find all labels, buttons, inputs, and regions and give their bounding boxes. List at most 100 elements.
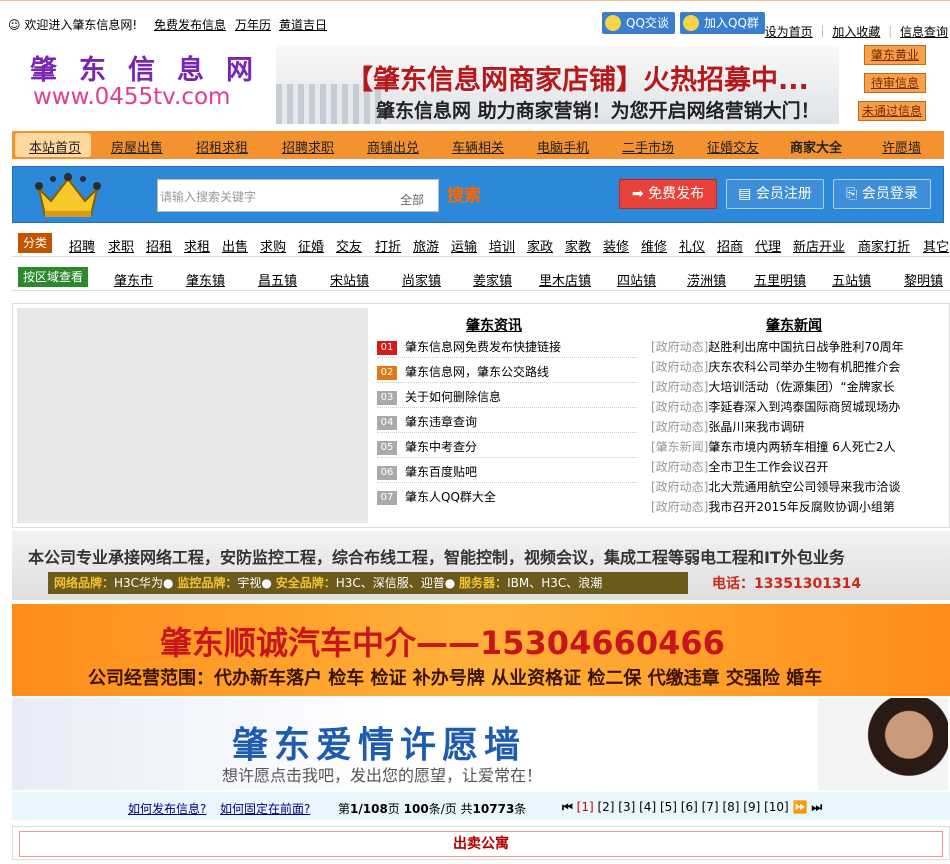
region-item[interactable]: 昌五镇 xyxy=(258,270,297,289)
cat-item[interactable]: 家教 xyxy=(565,236,591,255)
add-favorite-link[interactable]: 加入收藏 xyxy=(832,25,880,39)
cat-item[interactable]: 代理 xyxy=(755,236,781,255)
page-link[interactable]: [5] xyxy=(660,800,677,814)
how-publish-link[interactable]: 如何发布信息? xyxy=(128,802,206,816)
cat-item[interactable]: 招商 xyxy=(717,236,743,255)
cat-item[interactable]: 征婚 xyxy=(298,236,324,255)
merchant-banner[interactable]: 【肇东信息网商家店铺】火热招募中... 肇东信息网 助力商家营销！为您开启网络营… xyxy=(276,46,839,124)
cat-item[interactable]: 运输 xyxy=(451,236,477,255)
qq-group-button[interactable]: 加入QQ群 xyxy=(680,12,765,34)
login-button[interactable]: ⎘ 会员登录 xyxy=(833,179,931,209)
nav-dating[interactable]: 征婚交友 xyxy=(707,137,759,156)
region-item[interactable]: 四站镇 xyxy=(617,270,656,289)
list-item[interactable]: 03 关于如何删除信息 xyxy=(377,388,637,408)
nav-vehicles[interactable]: 车辆相关 xyxy=(452,137,504,156)
region-item[interactable]: 涝洲镇 xyxy=(687,270,726,289)
nav-home[interactable]: 本站首页 xyxy=(29,137,81,156)
cat-item[interactable]: 新店开业 xyxy=(793,236,845,255)
page-link[interactable]: [10] xyxy=(764,800,789,814)
list-item[interactable]: 07 肇东人QQ群大全 xyxy=(377,488,637,508)
list-item[interactable]: 01 肇东信息网免费发布快捷链接 xyxy=(377,338,637,358)
cat-item[interactable]: 求职 xyxy=(108,236,134,255)
cat-item[interactable]: 家政 xyxy=(527,236,553,255)
cat-item[interactable]: 装修 xyxy=(603,236,629,255)
page-link[interactable]: [1] xyxy=(577,800,594,814)
cat-item[interactable]: 交友 xyxy=(336,236,362,255)
slideshow-image[interactable] xyxy=(17,308,368,523)
next-page-icon[interactable]: ⏩ xyxy=(793,800,808,814)
region-item[interactable]: 肇东市 xyxy=(114,270,153,289)
cat-item[interactable]: 出售 xyxy=(222,236,248,255)
how-fix-link[interactable]: 如何固定在前面? xyxy=(220,802,310,816)
info-title[interactable]: 肇东资讯 xyxy=(466,315,522,335)
nav-shops[interactable]: 商铺出兑 xyxy=(367,137,419,156)
nav-merchants[interactable]: 商家大全 xyxy=(790,137,842,156)
last-page-icon[interactable]: ⏭ xyxy=(811,800,822,814)
news-item[interactable]: [政府动态]全市卫生工作会议召开 xyxy=(651,458,950,478)
section-title[interactable]: 出卖公寓 xyxy=(19,831,943,857)
cat-item[interactable]: 求租 xyxy=(184,236,210,255)
cat-item[interactable]: 招聘 xyxy=(69,236,95,255)
nav-rent[interactable]: 招租求租 xyxy=(196,137,248,156)
search-scope-select[interactable]: 全部 xyxy=(400,191,424,208)
region-item[interactable]: 五站镇 xyxy=(832,270,871,289)
news-item[interactable]: [政府动态]北大荒通用航空公司领导来我市洽谈 xyxy=(651,478,950,498)
list-item[interactable]: 05 肇东中考查分 xyxy=(377,438,637,458)
news-item[interactable]: [政府动态]李延春深入到鸿泰国际商贸城现场办 xyxy=(651,398,950,418)
nav-jobs[interactable]: 招聘求职 xyxy=(282,137,334,156)
list-item[interactable]: 04 肇东违章查询 xyxy=(377,413,637,433)
region-item[interactable]: 五里明镇 xyxy=(754,270,806,289)
search-button[interactable]: 搜索 xyxy=(447,181,481,206)
nav-house-sale[interactable]: 房屋出售 xyxy=(111,137,163,156)
network-engineering-ad[interactable]: 本公司专业承接网络工程，安防监控工程，综合布线工程，智能控制，视频会议，集成工程… xyxy=(12,531,950,600)
search-input[interactable]: 请输入搜索关键字 全部 xyxy=(157,179,439,212)
yellow-pages-button[interactable]: 肇东黄业 xyxy=(864,45,926,65)
nav-secondhand[interactable]: 二手市场 xyxy=(622,137,674,156)
region-item[interactable]: 里木店镇 xyxy=(539,270,591,289)
nav-electronics[interactable]: 电脑手机 xyxy=(537,137,589,156)
cat-item[interactable]: 打折 xyxy=(375,236,401,255)
calendar-link[interactable]: 万年历 xyxy=(235,16,271,33)
rejected-info-button[interactable]: 未通过信息 xyxy=(858,101,926,121)
register-button[interactable]: ▤ 会员注册 xyxy=(726,179,824,209)
cat-item[interactable]: 礼仪 xyxy=(679,236,705,255)
car-agency-ad[interactable]: 肇东顺诚汽车中介——15304660466 公司经营范围：代办新车落户 检车 检… xyxy=(12,604,950,696)
region-item[interactable]: 姜家镇 xyxy=(473,270,512,289)
page-link[interactable]: [7] xyxy=(702,800,719,814)
cat-item[interactable]: 商家打折 xyxy=(858,236,910,255)
first-page-icon[interactable]: ⏮ xyxy=(562,800,573,814)
page-link[interactable]: [6] xyxy=(681,800,698,814)
region-item[interactable]: 宋站镇 xyxy=(330,270,369,289)
news-item[interactable]: [政府动态]我市召开2015年反腐败协调小组第 xyxy=(651,498,950,518)
cat-item[interactable]: 其它 xyxy=(923,236,949,255)
site-logo[interactable]: 肇东信息网 xyxy=(30,48,275,87)
news-item[interactable]: [政府动态]张晶川来我市调研 xyxy=(651,418,950,438)
news-item[interactable]: [政府动态]庆东农科公司举办生物有机肥推介会 xyxy=(651,358,950,378)
news-item[interactable]: [政府动态]赵胜利出席中国抗日战争胜利70周年 xyxy=(651,338,950,358)
cat-item[interactable]: 培训 xyxy=(489,236,515,255)
cat-item[interactable]: 求购 xyxy=(260,236,286,255)
cat-item[interactable]: 旅游 xyxy=(413,236,439,255)
news-item[interactable]: [肇东新闻]肇东市境内两轿车相撞 6人死亡2人 xyxy=(651,438,950,458)
cat-item[interactable]: 招租 xyxy=(146,236,172,255)
qq-chat-button[interactable]: QQ交谈 xyxy=(602,12,675,34)
cat-item[interactable]: 维修 xyxy=(641,236,667,255)
free-publish-button[interactable]: ➡ 免费发布 xyxy=(619,179,717,209)
info-search-link[interactable]: 信息查询 xyxy=(900,25,948,39)
page-link[interactable]: [2] xyxy=(597,800,614,814)
lucky-day-link[interactable]: 黄道吉日 xyxy=(279,16,327,33)
page-link[interactable]: [8] xyxy=(722,800,739,814)
pending-info-button[interactable]: 待审信息 xyxy=(864,73,926,93)
free-publish-link[interactable]: 免费发布信息 xyxy=(154,16,226,33)
nav-wish-wall[interactable]: 许愿墙 xyxy=(882,137,921,156)
news-title[interactable]: 肇东新闻 xyxy=(766,315,822,335)
region-item[interactable]: 尚家镇 xyxy=(402,270,441,289)
list-item[interactable]: 02 肇东信息网，肇东公交路线 xyxy=(377,363,637,383)
list-item[interactable]: 06 肇东百度贴吧 xyxy=(377,463,637,483)
set-homepage-link[interactable]: 设为首页 xyxy=(765,25,813,39)
region-item[interactable]: 肇东镇 xyxy=(186,270,225,289)
wish-wall-ad[interactable]: 肇东爱情许愿墙 想许愿点击我吧，发出您的愿望，让爱常在！ xyxy=(12,698,950,790)
region-item[interactable]: 黎明镇 xyxy=(904,270,943,289)
page-link[interactable]: [3] xyxy=(618,800,635,814)
page-link[interactable]: [9] xyxy=(743,800,760,814)
